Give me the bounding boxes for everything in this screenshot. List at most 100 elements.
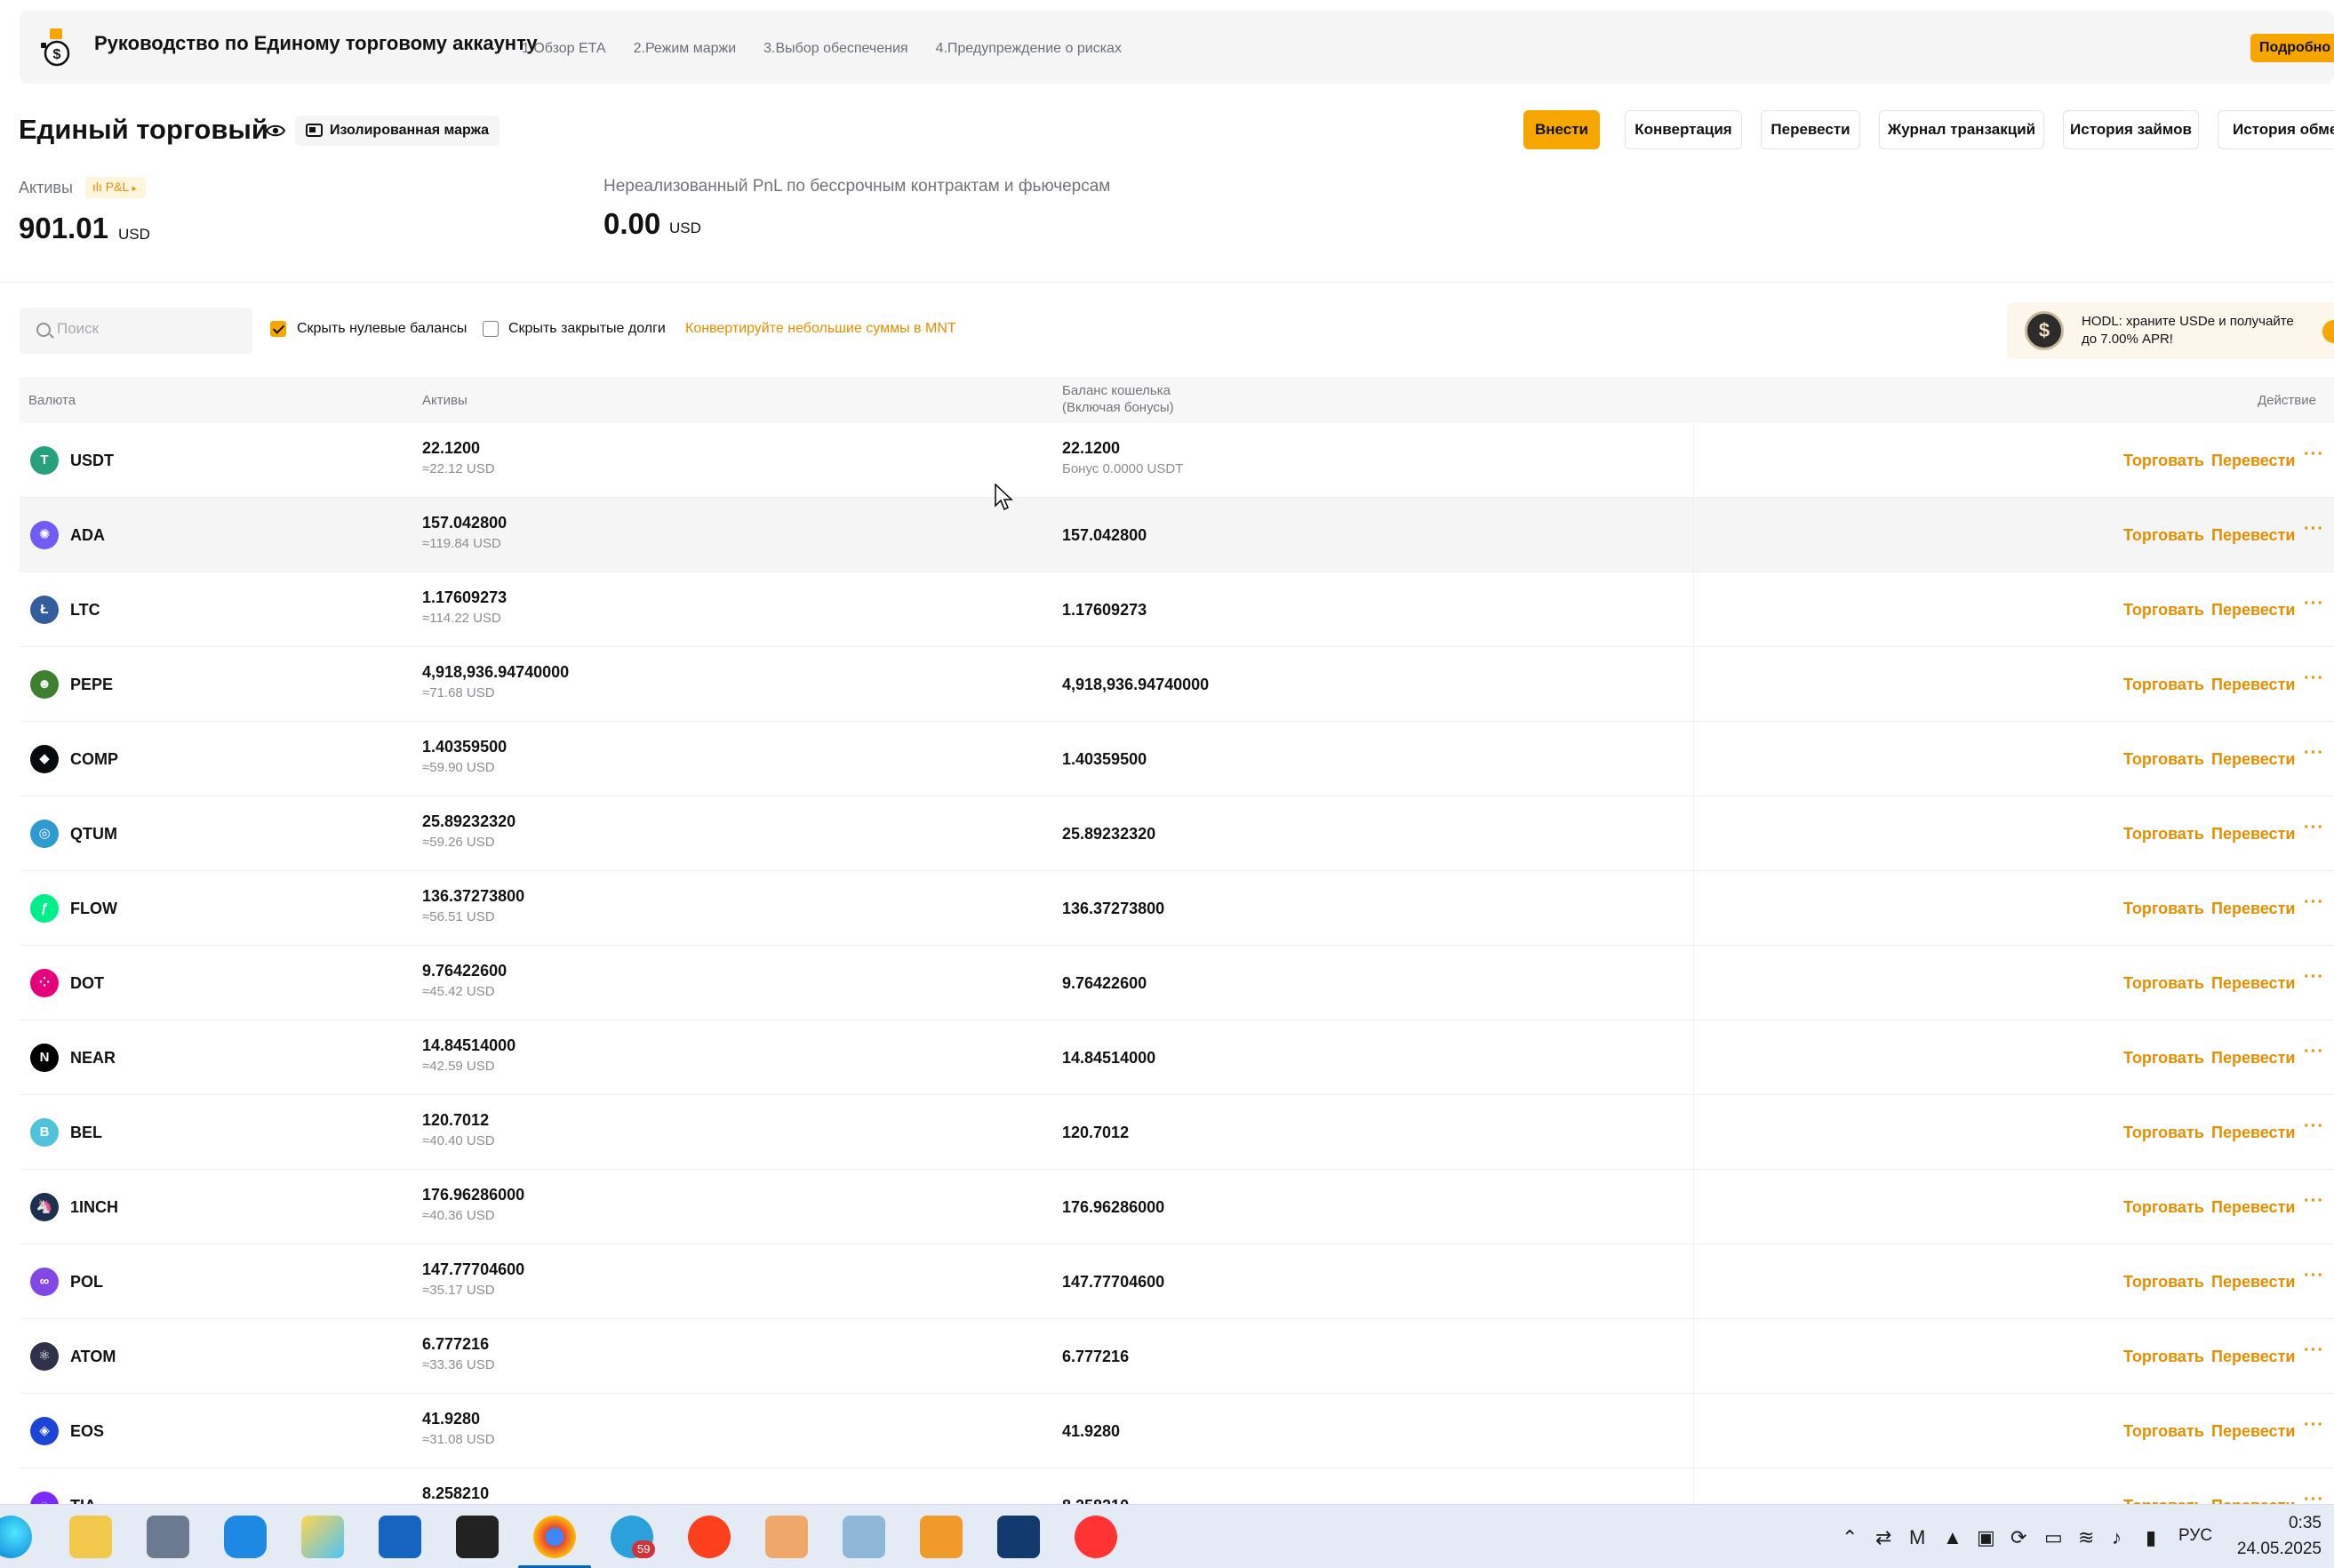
transfer-link[interactable]: Перевести xyxy=(2211,526,2295,545)
more-actions-icon[interactable]: ··· xyxy=(2304,743,2324,764)
table-row[interactable]: ☻ PEPE 4,918,936.94740000 ≈71.68 USD 4,918,9… xyxy=(20,647,2334,722)
convert-button[interactable]: Конвертация xyxy=(1625,110,1742,149)
trade-link[interactable]: Торговать xyxy=(2123,526,2204,545)
transfer-link[interactable]: Перевести xyxy=(2211,1348,2295,1366)
table-row[interactable]: B BEL 120.7012 ≈40.40 USD 120.7012 Торговать П… xyxy=(20,1095,2334,1170)
hodl-promo-banner[interactable]: $ HODL: храните USDe и получайте до 7.00… xyxy=(2007,302,2334,359)
sticky-notes-icon[interactable] xyxy=(456,1516,499,1558)
table-row[interactable]: T USDT 22.1200 ≈22.12 USD 22.1200 Бонус 0.000… xyxy=(20,423,2334,498)
transfer-link[interactable]: Перевести xyxy=(2211,900,2295,918)
yandex-icon[interactable] xyxy=(688,1516,731,1558)
table-row[interactable]: ⁘ DOT 9.76422600 ≈45.42 USD 9.76422600 Торгов… xyxy=(20,946,2334,1020)
trade-link[interactable]: Торговать xyxy=(2123,601,2204,620)
guide-step-eta-overview[interactable]: 1.Обзор ЕТА xyxy=(522,41,606,57)
more-actions-icon[interactable]: ··· xyxy=(2304,1490,2324,1504)
transfer-icon[interactable]: ⇄ xyxy=(1875,1526,1891,1549)
promo-arrow-icon[interactable] xyxy=(2322,320,2334,343)
battery-level-icon[interactable]: ▮ xyxy=(2146,1526,2156,1549)
chrome-icon[interactable] xyxy=(533,1516,576,1558)
transfer-link[interactable]: Перевести xyxy=(2211,825,2295,844)
more-actions-icon[interactable]: ··· xyxy=(2304,818,2324,838)
transfer-link[interactable]: Перевести xyxy=(2211,1273,2295,1292)
more-actions-icon[interactable]: ··· xyxy=(2304,1116,2324,1137)
trade-link[interactable]: Торговать xyxy=(2123,1049,2204,1068)
guide-step-collateral[interactable]: 3.Выбор обеспечения xyxy=(763,41,907,57)
trade-link[interactable]: Торговать xyxy=(2123,1422,2204,1441)
transfer-link[interactable]: Перевести xyxy=(2211,452,2295,470)
more-actions-icon[interactable]: ··· xyxy=(2304,1191,2324,1212)
transfer-button[interactable]: Перевести xyxy=(1761,110,1860,149)
more-actions-icon[interactable]: ··· xyxy=(2304,668,2324,689)
store-icon[interactable] xyxy=(379,1516,421,1558)
transfer-link[interactable]: Перевести xyxy=(2211,1049,2295,1068)
table-row[interactable]: ◌ TIA 8.258210 8.258210 Торговать Перевести ··… xyxy=(20,1468,2334,1504)
loan-history-button[interactable]: История займов xyxy=(2063,110,2199,149)
hide-closed-checkbox[interactable] xyxy=(483,321,499,337)
trade-link[interactable]: Торговать xyxy=(2123,1273,2204,1292)
camera-icon[interactable]: ▣ xyxy=(1977,1526,1995,1549)
table-row[interactable]: ✺ ADA 157.042800 ≈119.84 USD 157.042800 Торго… xyxy=(20,498,2334,572)
sync-icon[interactable]: ⟳ xyxy=(2010,1526,2026,1549)
table-row[interactable]: N NEAR 14.84514000 ≈42.59 USD 14.84514000 Тор… xyxy=(20,1020,2334,1095)
language-indicator[interactable]: РУС xyxy=(2178,1526,2212,1546)
more-actions-icon[interactable]: ··· xyxy=(2304,967,2324,988)
transfer-link[interactable]: Перевести xyxy=(2211,1422,2295,1441)
guide-step-risk-warning[interactable]: 4.Предупреждение о рисках xyxy=(936,41,1122,57)
convert-small-balances-link[interactable]: Конвертируйте небольшие суммы в MNT xyxy=(685,321,956,337)
trade-link[interactable]: Торговать xyxy=(2123,1348,2204,1366)
more-actions-icon[interactable]: ··· xyxy=(2304,519,2324,540)
more-actions-icon[interactable]: ··· xyxy=(2304,444,2324,465)
table-row[interactable]: ◆ COMP 1.40359500 ≈59.90 USD 1.40359500 Торго… xyxy=(20,722,2334,796)
yandex-browser-icon[interactable] xyxy=(1075,1516,1117,1558)
table-row[interactable]: ƒ FLOW 136.37273800 ≈56.51 USD 136.37273800 Т… xyxy=(20,871,2334,946)
more-actions-icon[interactable]: ··· xyxy=(2304,1415,2324,1436)
table-row[interactable]: Ł LTC 1.17609273 ≈114.22 USD 1.17609273 Торго… xyxy=(20,572,2334,647)
file-explorer-icon[interactable] xyxy=(69,1516,112,1558)
notepad-icon[interactable] xyxy=(843,1516,885,1558)
table-row[interactable]: ◎ QTUM 25.89232320 ≈59.26 USD 25.89232320 Тор… xyxy=(20,796,2334,871)
transfer-link[interactable]: Перевести xyxy=(2211,974,2295,993)
trade-link[interactable]: Торговать xyxy=(2123,825,2204,844)
chevron-up-icon[interactable]: ⌃ xyxy=(1842,1526,1858,1549)
trade-link[interactable]: Торговать xyxy=(2123,676,2204,694)
deposit-button[interactable]: Внести xyxy=(1523,110,1600,149)
trade-link[interactable]: Торговать xyxy=(2123,1497,2204,1504)
volume-icon[interactable]: ♪ xyxy=(2112,1526,2122,1549)
remote-desktop-icon[interactable] xyxy=(765,1516,808,1558)
more-actions-icon[interactable]: ··· xyxy=(2304,1042,2324,1062)
transfer-link[interactable]: Перевести xyxy=(2211,1497,2295,1504)
clock-time[interactable]: 0:35 xyxy=(2250,1514,2322,1533)
wifi-icon[interactable]: ≋ xyxy=(2078,1526,2094,1549)
hide-zero-label[interactable]: Скрыть нулевые балансы xyxy=(297,321,467,337)
vlc-icon[interactable] xyxy=(920,1516,963,1558)
exchange-history-button[interactable]: История обмен xyxy=(2218,110,2334,149)
more-actions-icon[interactable]: ··· xyxy=(2304,892,2324,913)
transfer-link[interactable]: Перевести xyxy=(2211,676,2295,694)
app-icon[interactable] xyxy=(997,1516,1040,1558)
transfer-link[interactable]: Перевести xyxy=(2211,601,2295,620)
edge-icon[interactable] xyxy=(0,1516,32,1558)
eye-icon[interactable] xyxy=(266,124,285,138)
more-actions-icon[interactable]: ··· xyxy=(2304,594,2324,614)
trade-link[interactable]: Торговать xyxy=(2123,900,2204,918)
trade-link[interactable]: Торговать xyxy=(2123,1124,2204,1142)
transfer-link[interactable]: Перевести xyxy=(2211,750,2295,769)
trade-link[interactable]: Торговать xyxy=(2123,1198,2204,1217)
trade-link[interactable]: Торговать xyxy=(2123,452,2204,470)
table-row[interactable]: ◈ EOS 41.9280 ≈31.08 USD 41.9280 Торговать Пер… xyxy=(20,1394,2334,1468)
more-actions-icon[interactable]: ··· xyxy=(2304,1266,2324,1286)
battery-icon[interactable]: ▭ xyxy=(2044,1526,2063,1549)
search-input[interactable] xyxy=(57,320,235,338)
table-row[interactable]: 🦄 1INCH 176.96286000 ≈40.36 USD 176.96286000… xyxy=(20,1170,2334,1244)
hide-closed-label[interactable]: Скрыть закрытые долги xyxy=(508,321,666,337)
search-box[interactable] xyxy=(20,308,252,354)
trade-link[interactable]: Торговать xyxy=(2123,974,2204,993)
trade-link[interactable]: Торговать xyxy=(2123,750,2204,769)
chat-app-icon[interactable] xyxy=(224,1516,267,1558)
transaction-log-button[interactable]: Журнал транзакций xyxy=(1879,110,2044,149)
table-row[interactable]: ⚛ ATOM 6.777216 ≈33.36 USD 6.777216 Торговать… xyxy=(20,1319,2334,1394)
guide-more-button[interactable]: Подробно xyxy=(2250,34,2334,62)
table-row[interactable]: ∞ POL 147.77704600 ≈35.17 USD 147.77704600 То… xyxy=(20,1244,2334,1319)
more-actions-icon[interactable]: ··· xyxy=(2304,1340,2324,1361)
guide-step-margin-mode[interactable]: 2.Режим маржи xyxy=(634,41,737,57)
